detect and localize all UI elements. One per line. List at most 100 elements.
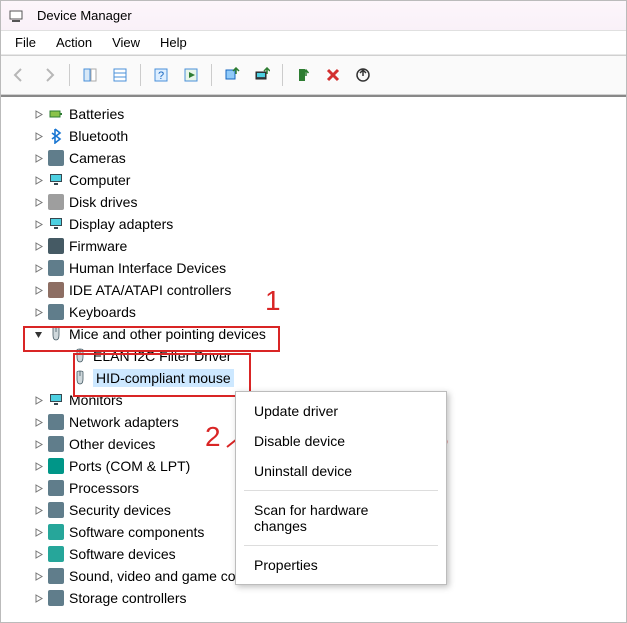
toolbar-separator bbox=[69, 64, 70, 86]
tree-category[interactable]: IDE ATA/ATAPI controllers bbox=[5, 279, 622, 301]
chevron-right-icon[interactable] bbox=[31, 503, 45, 517]
chevron-right-icon[interactable] bbox=[31, 261, 45, 275]
scan-button[interactable] bbox=[248, 61, 276, 89]
hid-icon bbox=[47, 259, 65, 277]
enable-device-button[interactable] bbox=[289, 61, 317, 89]
tree-category-label: Firmware bbox=[69, 238, 127, 254]
forward-button[interactable] bbox=[35, 61, 63, 89]
tree-category-label: Cameras bbox=[69, 150, 126, 166]
menu-action[interactable]: Action bbox=[46, 32, 102, 53]
mouse-icon bbox=[47, 325, 65, 343]
tree-category-label: Software components bbox=[69, 524, 204, 540]
tree-category[interactable]: Storage controllers bbox=[5, 587, 622, 609]
toolbar-separator bbox=[211, 64, 212, 86]
sw-component-icon bbox=[47, 523, 65, 541]
tree-category[interactable]: Batteries bbox=[5, 103, 622, 125]
display-icon bbox=[47, 215, 65, 233]
chevron-right-icon[interactable] bbox=[31, 305, 45, 319]
tree-category[interactable]: Display adapters bbox=[5, 213, 622, 235]
tree-category-label: Other devices bbox=[69, 436, 155, 452]
titlebar: Device Manager bbox=[1, 1, 626, 31]
port-icon bbox=[47, 457, 65, 475]
chevron-right-icon[interactable] bbox=[31, 525, 45, 539]
mouse-icon bbox=[71, 369, 89, 387]
tree-category-label: Computer bbox=[69, 172, 130, 188]
ctx-separator bbox=[244, 490, 438, 491]
uninstall-device-button[interactable] bbox=[319, 61, 347, 89]
chevron-right-icon[interactable] bbox=[31, 107, 45, 121]
chevron-right-icon[interactable] bbox=[31, 393, 45, 407]
content-area: Batteries Bluetooth Cameras Computer Disk dr… bbox=[1, 95, 626, 622]
tree-category-label: Processors bbox=[69, 480, 139, 496]
ctx-disable-device[interactable]: Disable device bbox=[236, 426, 446, 456]
security-icon bbox=[47, 501, 65, 519]
chevron-right-icon[interactable] bbox=[31, 547, 45, 561]
tree-category[interactable]: Human Interface Devices bbox=[5, 257, 622, 279]
window-title: Device Manager bbox=[37, 8, 132, 23]
monitor-icon bbox=[47, 391, 65, 409]
tree-device-label: ELAN I2C Filter Driver bbox=[93, 348, 231, 364]
tree-category-label: Disk drives bbox=[69, 194, 137, 210]
tree-category[interactable]: Mice and other pointing devices bbox=[5, 323, 622, 345]
toolbar-separator bbox=[282, 64, 283, 86]
tree-category-label: Network adapters bbox=[69, 414, 179, 430]
tree-category[interactable]: Computer bbox=[5, 169, 622, 191]
tree-category[interactable]: Cameras bbox=[5, 147, 622, 169]
computer-icon bbox=[47, 171, 65, 189]
properties-button[interactable] bbox=[106, 61, 134, 89]
chevron-down-icon[interactable] bbox=[31, 327, 45, 341]
ctx-scan-hardware[interactable]: Scan for hardware changes bbox=[236, 495, 446, 541]
tree-category-label: Storage controllers bbox=[69, 590, 187, 606]
update-driver-button[interactable] bbox=[218, 61, 246, 89]
context-menu: Update driver Disable device Uninstall d… bbox=[235, 391, 447, 585]
svg-text:?: ? bbox=[158, 70, 164, 82]
toolbar: ? bbox=[1, 55, 626, 95]
ctx-uninstall-device[interactable]: Uninstall device bbox=[236, 456, 446, 486]
show-hidden-button[interactable] bbox=[76, 61, 104, 89]
scan-changes-button[interactable] bbox=[349, 61, 377, 89]
chevron-right-icon[interactable] bbox=[31, 195, 45, 209]
chevron-right-icon[interactable] bbox=[31, 591, 45, 605]
action-button[interactable] bbox=[177, 61, 205, 89]
chevron-right-icon[interactable] bbox=[31, 459, 45, 473]
menu-view[interactable]: View bbox=[102, 32, 150, 53]
chevron-right-icon[interactable] bbox=[31, 481, 45, 495]
ctx-properties[interactable]: Properties bbox=[236, 550, 446, 580]
chevron-right-icon[interactable] bbox=[31, 569, 45, 583]
back-button[interactable] bbox=[5, 61, 33, 89]
device-manager-window: Device Manager File Action View Help ? B… bbox=[0, 0, 627, 623]
tree-category-label: Display adapters bbox=[69, 216, 173, 232]
tree-category[interactable]: Bluetooth bbox=[5, 125, 622, 147]
tree-device[interactable]: HID-compliant mouse bbox=[5, 367, 622, 389]
disk-icon bbox=[47, 193, 65, 211]
help-button[interactable]: ? bbox=[147, 61, 175, 89]
menu-help[interactable]: Help bbox=[150, 32, 197, 53]
tree-category-label: Ports (COM & LPT) bbox=[69, 458, 190, 474]
tree-category-label: IDE ATA/ATAPI controllers bbox=[69, 282, 231, 298]
tree-device[interactable]: ELAN I2C Filter Driver bbox=[5, 345, 622, 367]
chevron-right-icon[interactable] bbox=[31, 283, 45, 297]
toolbar-separator bbox=[140, 64, 141, 86]
tree-category-label: Bluetooth bbox=[69, 128, 128, 144]
chevron-right-icon[interactable] bbox=[31, 415, 45, 429]
chevron-right-icon[interactable] bbox=[31, 129, 45, 143]
camera-icon bbox=[47, 149, 65, 167]
tree-category[interactable]: Disk drives bbox=[5, 191, 622, 213]
tree-category[interactable]: Keyboards bbox=[5, 301, 622, 323]
cpu-icon bbox=[47, 479, 65, 497]
ctx-update-driver[interactable]: Update driver bbox=[236, 396, 446, 426]
chevron-right-icon[interactable] bbox=[31, 151, 45, 165]
chevron-right-icon[interactable] bbox=[31, 437, 45, 451]
tree-category[interactable]: Firmware bbox=[5, 235, 622, 257]
tree-category-label: Batteries bbox=[69, 106, 124, 122]
app-icon bbox=[7, 7, 25, 25]
tree-category-label: Monitors bbox=[69, 392, 123, 408]
chevron-right-icon[interactable] bbox=[31, 239, 45, 253]
chevron-right-icon[interactable] bbox=[31, 173, 45, 187]
tree-category-label: Security devices bbox=[69, 502, 171, 518]
ide-icon bbox=[47, 281, 65, 299]
menu-file[interactable]: File bbox=[5, 32, 46, 53]
network-icon bbox=[47, 413, 65, 431]
tree-category-label: Mice and other pointing devices bbox=[69, 326, 266, 342]
chevron-right-icon[interactable] bbox=[31, 217, 45, 231]
